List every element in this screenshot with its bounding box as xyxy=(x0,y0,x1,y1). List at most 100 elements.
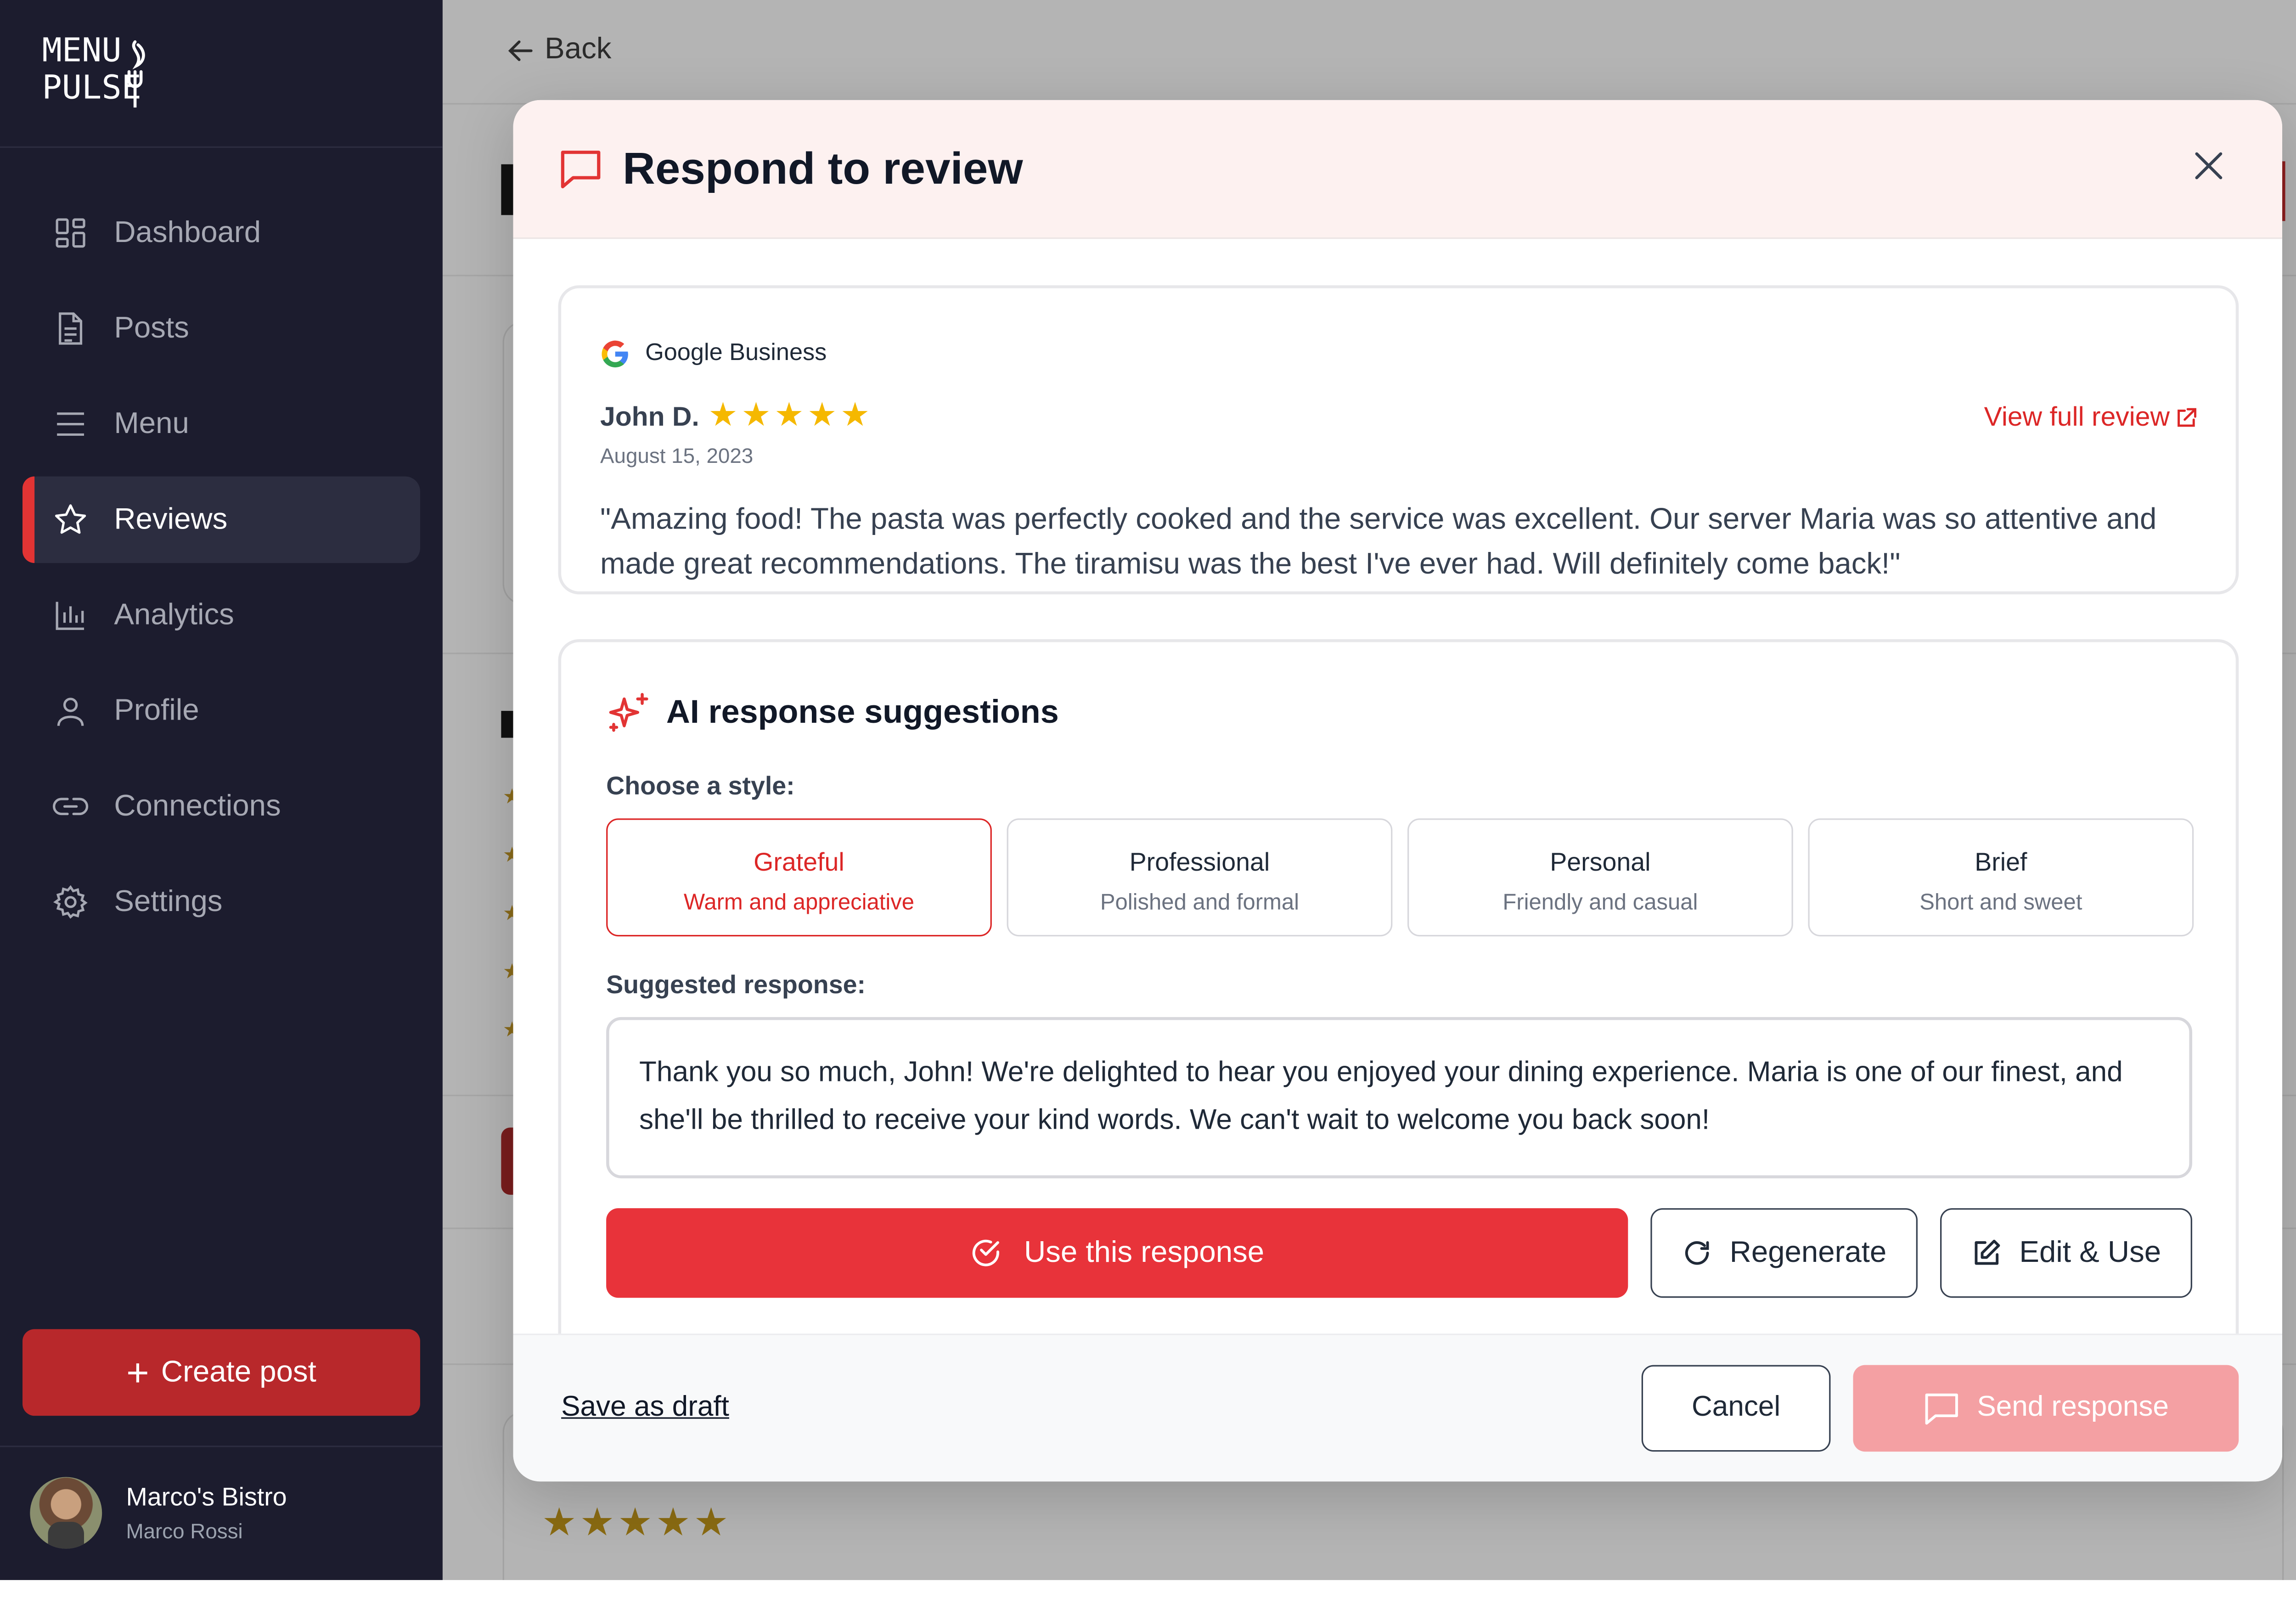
review-text: "Amazing food! The pasta was perfectly c… xyxy=(600,503,2157,581)
create-post-label: Create post xyxy=(161,1355,316,1389)
sidebar: MENU PULSE Dashboard Posts Menu Reviews … xyxy=(0,0,443,1580)
bg-review-stars: ★ ★ ★ ★ ★ xyxy=(542,1499,732,1546)
gear-icon xyxy=(52,884,88,920)
back-link[interactable]: Back xyxy=(506,33,611,68)
respond-review-modal: Respond to review Google Business John D… xyxy=(513,100,2283,1482)
bg-button xyxy=(501,1127,513,1195)
page-bottom xyxy=(0,1580,2296,1598)
external-link-icon xyxy=(2178,407,2196,426)
style-option-personal[interactable]: Personal Friendly and casual xyxy=(1407,818,1793,937)
modal-title: Respond to review xyxy=(623,145,1023,194)
sidebar-divider-bottom xyxy=(0,1446,443,1447)
bar-chart-icon xyxy=(52,597,88,633)
star-icon: ★ xyxy=(741,395,771,433)
cancel-button[interactable]: Cancel xyxy=(1641,1365,1831,1452)
edit-and-use-label: Edit & Use xyxy=(2019,1236,2161,1269)
regenerate-button[interactable]: Regenerate xyxy=(1650,1208,1918,1298)
plus-icon: + xyxy=(126,1350,149,1395)
star-icon: ★ xyxy=(807,395,837,433)
star-icon: ★ xyxy=(693,1499,729,1544)
star-icon: ★ xyxy=(618,1499,653,1544)
sidebar-item-label: Menu xyxy=(114,407,189,440)
sidebar-item-settings[interactable]: Settings xyxy=(23,859,420,945)
sidebar-divider xyxy=(0,146,443,148)
suggested-response-textarea[interactable]: Thank you so much, John! We're delighted… xyxy=(606,1017,2192,1179)
star-icon: ★ xyxy=(840,395,870,433)
sidebar-item-connections[interactable]: Connections xyxy=(23,763,420,850)
sidebar-item-label: Settings xyxy=(114,884,223,918)
style-description: Friendly and casual xyxy=(1503,890,1698,916)
user-name: Marco Rossi xyxy=(126,1519,243,1543)
use-response-label: Use this response xyxy=(1024,1236,1265,1269)
sidebar-item-posts[interactable]: Posts xyxy=(23,285,420,372)
cancel-label: Cancel xyxy=(1691,1392,1781,1424)
save-draft-link[interactable]: Save as draft xyxy=(561,1392,729,1425)
sidebar-item-menu[interactable]: Menu xyxy=(23,381,420,467)
fork-flame-icon xyxy=(127,40,145,108)
avatar xyxy=(30,1477,102,1549)
google-icon xyxy=(602,340,628,368)
style-option-grateful[interactable]: Grateful Warm and appreciative xyxy=(606,818,992,937)
style-title: Brief xyxy=(1975,848,2027,877)
review-source: Google Business xyxy=(600,339,827,369)
menu-lines-icon xyxy=(52,406,88,442)
edit-and-use-button[interactable]: Edit & Use xyxy=(1940,1208,2192,1298)
view-full-review-label: View full review xyxy=(1984,401,2170,432)
style-title: Professional xyxy=(1129,848,1270,877)
review-date: August 15, 2023 xyxy=(600,443,754,467)
star-icon: ★ xyxy=(774,395,804,433)
sidebar-item-reviews[interactable]: Reviews xyxy=(23,476,420,563)
ai-heading-label: AI response suggestions xyxy=(666,693,1059,731)
sidebar-item-label: Posts xyxy=(114,311,189,344)
sidebar-item-dashboard[interactable]: Dashboard xyxy=(23,190,420,276)
document-icon xyxy=(52,310,88,346)
star-icon: ★ xyxy=(541,1499,577,1544)
user-icon xyxy=(52,693,88,729)
style-option-professional[interactable]: Professional Polished and formal xyxy=(1007,818,1393,937)
ai-suggestions-card: AI response suggestions Choose a style: … xyxy=(558,639,2239,1356)
refresh-icon xyxy=(1684,1241,1709,1265)
send-response-label: Send response xyxy=(1977,1392,2169,1424)
app-root: MENU PULSE Dashboard Posts Menu Reviews … xyxy=(0,0,2296,1598)
style-title: Personal xyxy=(1550,848,1651,877)
arrow-left-icon xyxy=(508,39,533,61)
view-full-review-link[interactable]: View full review xyxy=(1984,402,2197,433)
use-response-button[interactable]: Use this response xyxy=(606,1208,1628,1298)
sidebar-item-profile[interactable]: Profile xyxy=(23,668,420,754)
message-icon xyxy=(1925,1393,1958,1425)
sidebar-item-label: Reviews xyxy=(114,502,228,535)
suggested-response-label: Suggested response: xyxy=(606,970,866,999)
style-option-brief[interactable]: Brief Short and sweet xyxy=(1808,818,2194,937)
style-description: Warm and appreciative xyxy=(683,890,915,916)
check-circle-icon xyxy=(973,1239,1000,1266)
back-label: Back xyxy=(545,33,612,66)
create-post-button[interactable]: + Create post xyxy=(23,1329,420,1416)
grid-icon xyxy=(52,215,88,251)
modal-header: Respond to review xyxy=(513,100,2283,239)
send-response-button[interactable]: Send response xyxy=(1853,1365,2239,1452)
star-icon xyxy=(52,502,88,538)
style-description: Polished and formal xyxy=(1100,890,1300,916)
sparkles-icon xyxy=(609,693,648,732)
review-rating: ★ ★ ★ ★ ★ xyxy=(708,395,873,433)
star-icon: ★ xyxy=(655,1499,691,1544)
user-profile[interactable]: Marco's Bistro Marco Rossi xyxy=(30,1477,287,1549)
regenerate-label: Regenerate xyxy=(1729,1236,1887,1269)
edit-icon xyxy=(1974,1239,2000,1265)
review-card: Google Business John D. ★ ★ ★ ★ ★ August… xyxy=(558,285,2239,595)
sidebar-item-analytics[interactable]: Analytics xyxy=(23,572,420,659)
star-icon: ★ xyxy=(580,1499,615,1544)
sidebar-item-label: Analytics xyxy=(114,598,234,631)
style-description: Short and sweet xyxy=(1919,890,2082,916)
sidebar-item-label: Profile xyxy=(114,693,199,727)
modal-footer: Save as draft Cancel Send response xyxy=(513,1334,2283,1482)
choose-style-label: Choose a style: xyxy=(606,772,795,801)
sidebar-nav: Dashboard Posts Menu Reviews Analytics P… xyxy=(23,190,420,954)
source-label: Google Business xyxy=(645,340,827,366)
link-icon xyxy=(52,788,89,824)
bg-title-mark xyxy=(501,164,513,215)
bg-heading-mark xyxy=(501,711,513,738)
message-icon xyxy=(558,148,603,197)
close-icon[interactable] xyxy=(2188,145,2229,186)
sidebar-item-label: Dashboard xyxy=(114,215,261,249)
